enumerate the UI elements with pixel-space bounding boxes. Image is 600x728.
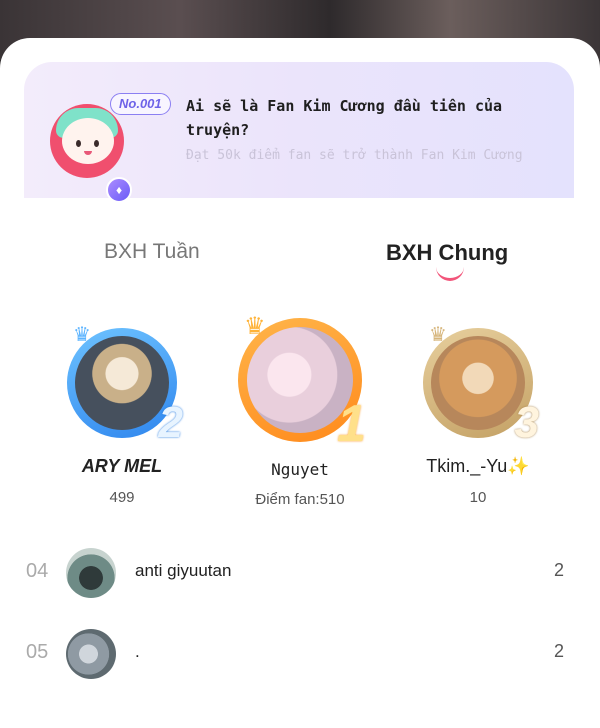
- leaderboard-sheet: ♦ No.001 Ai sẽ là Fan Kim Cương đầu tiên…: [0, 38, 600, 728]
- avatar: [66, 548, 116, 598]
- list-item[interactable]: 05 . 2: [0, 625, 600, 681]
- tab-overall-ranking[interactable]: BXH Chung: [386, 240, 508, 266]
- avatar-ring: ♛ 1: [238, 313, 366, 453]
- podium-rank-1[interactable]: ♛ 1 Nguyet Điểm fan:510: [230, 313, 370, 508]
- list-rank: 05: [26, 641, 49, 663]
- mascot-avatar: [50, 104, 124, 178]
- podium-name: Tkim._-Yu✨: [426, 456, 530, 476]
- avatar: [66, 629, 116, 679]
- list-name: anti giyuutan: [135, 561, 232, 580]
- avatar-ring: ♛ 3: [423, 324, 539, 447]
- list-name: .: [135, 642, 140, 661]
- crown-icon: ♛: [429, 324, 447, 346]
- podium-rank-3[interactable]: ♛ 3 Tkim._-Yu✨ 10: [408, 324, 548, 506]
- tab-weekly-ranking[interactable]: BXH Tuần: [104, 240, 200, 264]
- crown-icon: ♛: [73, 324, 91, 346]
- podium-name: Nguyet: [271, 460, 329, 479]
- rank-number: 2: [158, 398, 183, 447]
- list-item[interactable]: 04 anti giyuutan 2: [0, 544, 600, 600]
- list-rank: 04: [26, 560, 49, 582]
- rank-number: 1: [337, 395, 366, 453]
- list-score: 2: [553, 560, 564, 580]
- rank-badge: No.001: [110, 93, 171, 115]
- banner-title: Ai sẽ là Fan Kim Cương đầu tiên của truy…: [186, 97, 503, 139]
- podium-score: Điểm fan:510: [255, 491, 345, 508]
- active-tab-indicator: [436, 266, 464, 281]
- banner-subtitle: Đạt 50k điểm fan sẽ trở thành Fan Kim Cư…: [186, 148, 523, 163]
- podium-rank-2[interactable]: ♛ 2 ARY MEL 499: [52, 324, 192, 506]
- rank-number: 3: [514, 398, 539, 447]
- diamond-fan-banner[interactable]: ♦ No.001 Ai sẽ là Fan Kim Cương đầu tiên…: [24, 62, 574, 203]
- avatar-ring: ♛ 2: [67, 324, 183, 447]
- podium-score: 10: [469, 489, 487, 506]
- list-score: 2: [553, 641, 564, 661]
- podium-name: ARY MEL: [81, 456, 163, 476]
- diamond-icon: ♦: [106, 177, 132, 203]
- avatar: [431, 336, 525, 430]
- avatar: [75, 336, 169, 430]
- podium-score: 499: [109, 489, 135, 506]
- crown-icon: ♛: [244, 313, 266, 340]
